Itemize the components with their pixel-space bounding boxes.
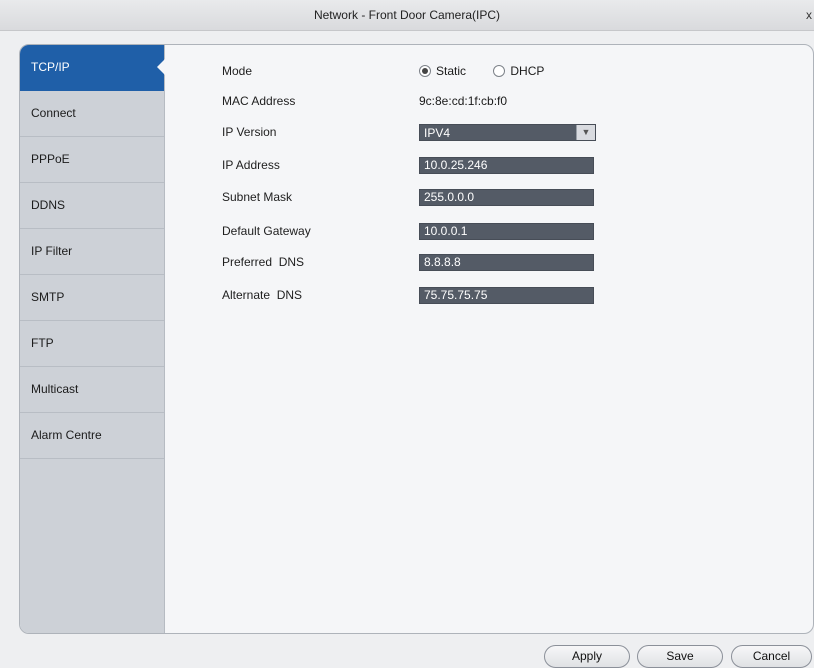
save-button[interactable]: Save: [637, 645, 723, 668]
ip-version-value: IPV4: [424, 126, 451, 140]
ip-version-select[interactable]: IPV4 ▼: [419, 124, 596, 141]
mode-label: Mode: [222, 64, 253, 78]
apply-button[interactable]: Apply: [544, 645, 630, 668]
sidebar-item-alarm-centre[interactable]: Alarm Centre: [20, 413, 164, 459]
mac-label: MAC Address: [222, 94, 296, 108]
mode-options: Static DHCP: [419, 61, 568, 81]
sidebar-nav: TCP/IP Connect PPPoE DDNS IP Filter SMTP…: [20, 45, 165, 633]
subnet-mask-field[interactable]: [419, 189, 594, 206]
sidebar-item-ftp[interactable]: FTP: [20, 321, 164, 367]
mode-static-radio[interactable]: Static: [419, 61, 466, 81]
mode-static-label: Static: [436, 64, 467, 78]
sidebar-item-ip-filter[interactable]: IP Filter: [20, 229, 164, 275]
default-gateway-field[interactable]: [419, 223, 594, 240]
close-icon[interactable]: x: [802, 0, 812, 30]
sidebar-item-smtp[interactable]: SMTP: [20, 275, 164, 321]
ip-address-field[interactable]: [419, 157, 594, 174]
chevron-down-icon[interactable]: ▼: [576, 125, 595, 140]
sidebar-item-multicast[interactable]: Multicast: [20, 367, 164, 413]
radio-unselected-icon: [493, 65, 506, 77]
default-gateway-label: Default Gateway: [222, 224, 311, 238]
settings-panel: TCP/IP Connect PPPoE DDNS IP Filter SMTP…: [19, 44, 814, 634]
window-title: Network - Front Door Camera(IPC): [313, 8, 501, 22]
mac-value: 9c:8e:cd:1f:cb:f0: [419, 94, 508, 108]
alternate-dns-label: Alternate DNS: [222, 288, 303, 302]
alternate-dns-field[interactable]: [419, 287, 594, 304]
sidebar-item-ddns[interactable]: DDNS: [20, 183, 164, 229]
preferred-dns-label: Preferred DNS: [222, 255, 305, 269]
subnet-mask-label: Subnet Mask: [222, 190, 293, 204]
window-titlebar: Network - Front Door Camera(IPC) x: [0, 0, 814, 31]
cancel-button[interactable]: Cancel: [731, 645, 812, 668]
tcpip-form: Mode Static DHCP MAC Address 9c:8e:cd:1f…: [165, 45, 813, 633]
radio-selected-icon: [419, 65, 431, 77]
mode-dhcp-label: DHCP: [510, 64, 545, 78]
ip-address-label: IP Address: [222, 158, 280, 172]
mode-dhcp-radio[interactable]: DHCP: [493, 61, 544, 81]
sidebar-item-pppoe[interactable]: PPPoE: [20, 137, 164, 183]
sidebar-item-tcpip[interactable]: TCP/IP: [20, 45, 165, 91]
sidebar-item-connect[interactable]: Connect: [20, 91, 164, 137]
preferred-dns-field[interactable]: [419, 254, 594, 271]
ip-version-label: IP Version: [222, 125, 277, 139]
